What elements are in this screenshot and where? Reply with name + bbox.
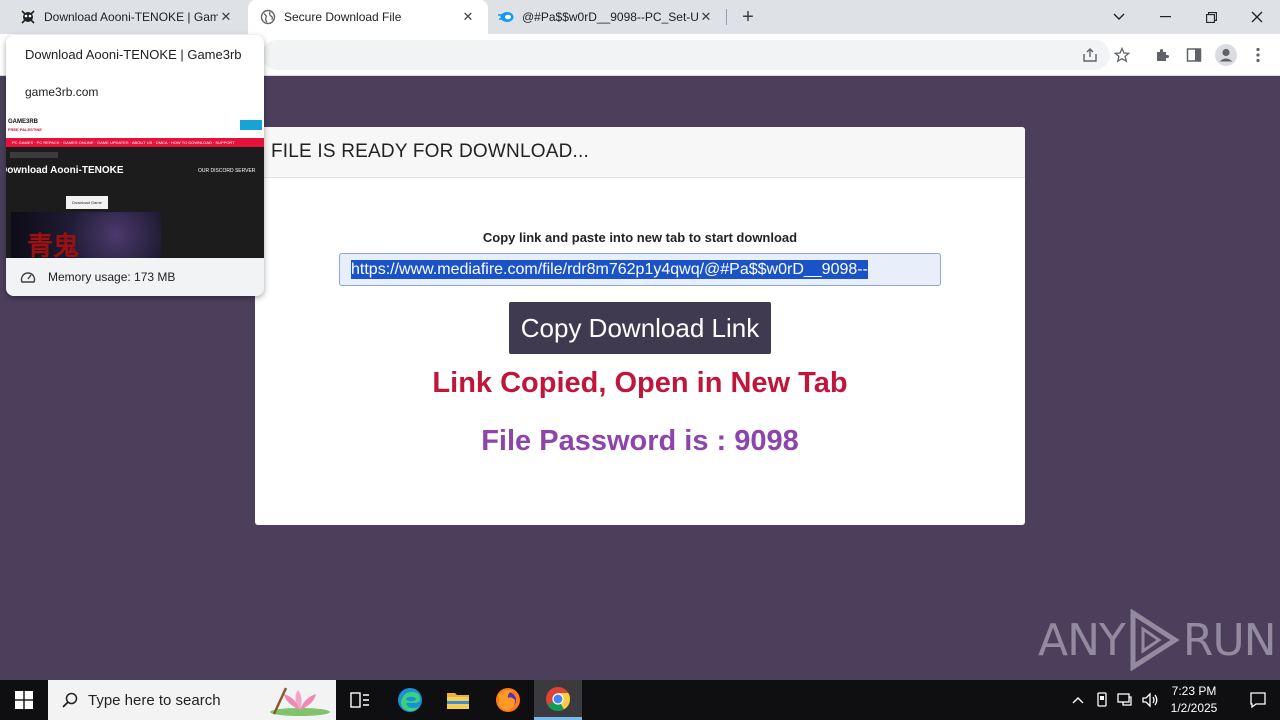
bookmark-star-icon[interactable]: [1112, 45, 1132, 65]
watermark-left-text: ANY: [1038, 614, 1126, 666]
tab-title: Secure Download File: [284, 10, 402, 24]
thumbnail-nav: PC GAMES · PC REPACK · GAMES ONLINE · GA…: [6, 138, 264, 147]
search-highlight-art: [270, 687, 330, 716]
copy-download-link-button[interactable]: Copy Download Link: [509, 302, 771, 354]
side-panel-icon[interactable]: [1184, 45, 1204, 65]
edge-icon: [398, 688, 422, 712]
close-window-button[interactable]: [1234, 0, 1280, 34]
restore-icon: [1205, 11, 1217, 23]
tab-secure-download[interactable]: Secure Download File ✕: [248, 0, 488, 34]
thumbnail-breadcrumb: [10, 152, 58, 158]
tab-title: Download Aooni-TENOKE | Game3rb: [44, 10, 218, 24]
tab-mediafire[interactable]: @#Pa$$w0rD__9098--PC_Set-Up.rar ✕: [490, 0, 726, 34]
download-link-field[interactable]: https://www.mediafire.com/file/rdr8m762p…: [339, 253, 941, 286]
restore-button[interactable]: [1188, 0, 1234, 34]
firefox-icon: [496, 688, 520, 712]
start-button[interactable]: [0, 680, 48, 720]
memory-usage-label: Memory usage: 173 MB: [48, 270, 176, 284]
file-explorer-icon: [447, 693, 469, 709]
thumbnail-art-text: 青鬼: [27, 232, 80, 258]
page-thumbnail: GAME3RB FREE PALESTINE PC GAMES · PC REP…: [6, 116, 264, 258]
tab-strip: Download Aooni-TENOKE | Game3rb ✕ Secure…: [0, 0, 1280, 34]
volume-icon[interactable]: [1140, 690, 1160, 710]
chevron-up-icon[interactable]: [1068, 690, 1088, 710]
instruction-text: Copy link and paste into new tab to star…: [482, 230, 798, 245]
play-triangle-icon: [1130, 609, 1180, 671]
notification-center-button[interactable]: [1236, 680, 1280, 720]
profile-avatar-icon[interactable]: [1214, 43, 1238, 67]
task-view-icon: [350, 692, 369, 708]
chevron-down-icon: [1113, 13, 1125, 20]
tab-title: @#Pa$$w0rD__9098--PC_Set-Up.rar: [522, 10, 698, 24]
taskbar-chrome[interactable]: [534, 680, 582, 720]
tab-search-button[interactable]: [1096, 0, 1142, 34]
taskbar-firefox[interactable]: [484, 680, 532, 720]
task-view-button[interactable]: [336, 680, 384, 720]
thumbnail-logo-sub: FREE PALESTINE: [8, 127, 42, 132]
gauge-icon: [19, 268, 37, 286]
thumbnail-top-button: [240, 120, 262, 130]
address-bar[interactable]: [262, 40, 1110, 70]
windows-taskbar: Type here to search 7:23 PM 1/2/2025: [0, 680, 1280, 720]
clock-time: 7:23 PM: [1171, 684, 1217, 698]
thumbnail-game-art: 青鬼: [11, 212, 161, 258]
close-icon[interactable]: ✕: [698, 9, 714, 25]
file-password-text: File Password is : 9098: [481, 425, 799, 457]
network-icon[interactable]: [1116, 690, 1136, 710]
device-icon[interactable]: [1092, 690, 1112, 710]
chrome-icon: [546, 686, 570, 711]
close-icon: [1251, 11, 1263, 23]
page-title: FILE IS READY FOR DOWNLOAD...: [271, 141, 589, 162]
thumbnail-side-text: OUR DISCORD SERVER: [198, 168, 256, 174]
menu-kebab-icon[interactable]: [1248, 45, 1268, 65]
minimize-button[interactable]: [1142, 0, 1188, 34]
card-header: FILE IS READY FOR DOWNLOAD...: [255, 127, 1025, 178]
taskbar-clock[interactable]: 7:23 PM 1/2/2025: [1160, 683, 1228, 717]
close-icon[interactable]: ✕: [460, 9, 476, 25]
download-link-text[interactable]: https://www.mediafire.com/file/rdr8m762p…: [351, 260, 868, 279]
hover-card-title: Download Aooni-TENOKE | Game3rb: [25, 47, 242, 62]
windows-logo-icon: [15, 691, 33, 709]
thumbnail-download-button: Download Game: [66, 196, 108, 209]
taskbar-edge[interactable]: [386, 680, 434, 720]
taskbar-file-explorer[interactable]: [434, 680, 482, 720]
tab-separator: [726, 9, 727, 25]
mediafire-favicon: [498, 9, 514, 25]
minimize-icon: [1159, 16, 1171, 18]
thumbnail-heading: Download Aooni-TENOKE: [6, 165, 124, 176]
close-icon[interactable]: ✕: [218, 9, 234, 25]
memory-usage-row: Memory usage: 173 MB: [6, 258, 264, 296]
anyrun-watermark: ANY RUN: [1038, 608, 1277, 672]
share-icon[interactable]: [1080, 45, 1100, 65]
tab-hover-card: Download Aooni-TENOKE | Game3rb game3rb.…: [6, 35, 264, 296]
taskbar-search-box[interactable]: Type here to search: [48, 680, 336, 720]
game3rb-favicon: [20, 9, 36, 25]
thumbnail-logo: GAME3RB FREE PALESTINE: [8, 119, 42, 133]
hover-card-domain: game3rb.com: [25, 85, 99, 99]
tab-game3rb[interactable]: Download Aooni-TENOKE | Game3rb ✕: [0, 0, 246, 34]
globe-icon: [260, 9, 276, 25]
search-icon: [60, 690, 80, 710]
extensions-icon[interactable]: [1152, 45, 1172, 65]
thumbnail-logo-text: GAME3RB: [8, 119, 39, 125]
link-copied-status: Link Copied, Open in New Tab: [432, 367, 848, 399]
thumbnail-header: [6, 116, 264, 138]
new-tab-button[interactable]: +: [736, 5, 760, 29]
notification-icon: [1250, 692, 1266, 709]
search-placeholder: Type here to search: [88, 691, 221, 709]
clock-date: 1/2/2025: [1170, 701, 1218, 715]
download-card: FILE IS READY FOR DOWNLOAD... Copy link …: [255, 127, 1025, 525]
watermark-right-text: RUN: [1182, 614, 1277, 666]
